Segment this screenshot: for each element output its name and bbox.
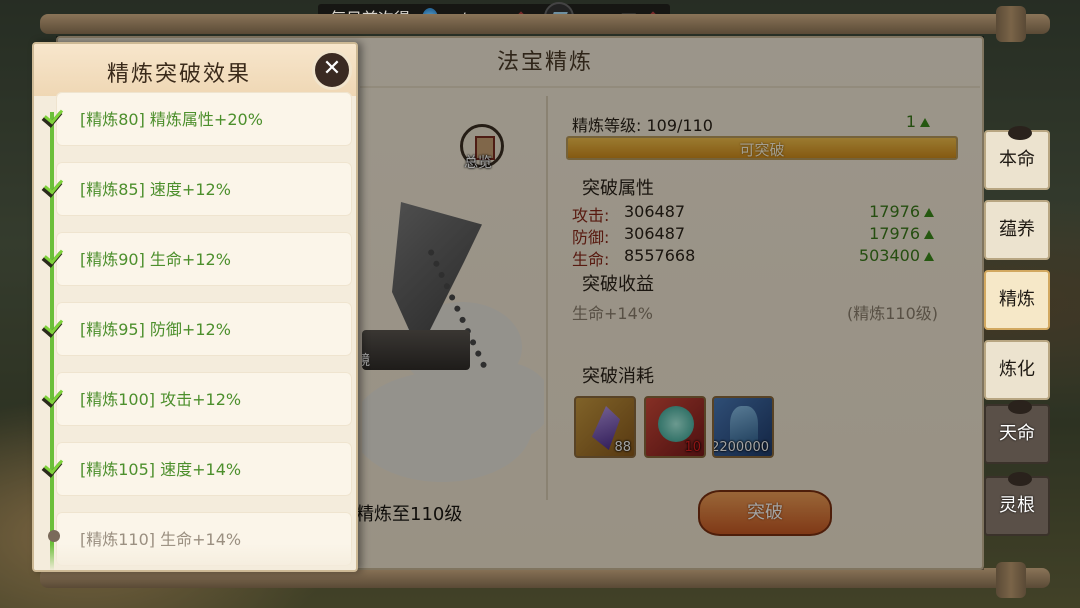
effect-item: [精炼90] 生命+12% (56, 232, 352, 286)
breakthrough-effects-popup: 精炼突破效果 ✕ [精炼80] 精炼属性+20% [精炼85] 速度+12% [… (32, 42, 358, 572)
effect-item: [精炼80] 精炼属性+20% (56, 92, 352, 146)
up-arrow-icon (924, 252, 934, 261)
mark-icon (1008, 126, 1032, 140)
effect-text: [精炼80] 精炼属性+20% (80, 110, 263, 129)
title-divider (360, 86, 980, 88)
stat-value: 306487 (624, 224, 686, 243)
mark-icon (1008, 400, 1032, 414)
attr-header: 突破属性 (572, 174, 654, 200)
tab-yunyang[interactable]: 蕴养 (984, 200, 1050, 260)
stat-gain-value: 17976 (869, 224, 920, 243)
stat-row-attack: 攻击: 306487 17976 (572, 202, 948, 226)
check-icon (42, 456, 66, 476)
tab-lianhua[interactable]: 炼化 (984, 340, 1050, 400)
stat-gain-value: 17976 (869, 202, 920, 221)
tab-label: 天命 (999, 423, 1035, 444)
popup-header: 精炼突破效果 ✕ (34, 44, 356, 96)
cost-header: 突破消耗 (572, 362, 654, 388)
cost-quantity: 2200000 (712, 440, 769, 455)
tab-tianming[interactable]: 天命 (984, 400, 1050, 464)
check-icon (42, 176, 66, 196)
effect-text: [精炼105] 速度+14% (80, 460, 242, 479)
artifact-display: 镜 (362, 92, 544, 502)
effect-item: [精炼100] 攻击+12% (56, 372, 352, 426)
panel-divider (546, 96, 548, 500)
stat-label: 生命: (572, 250, 610, 269)
tab-label: 本命 (999, 149, 1035, 170)
stat-value: 306487 (624, 202, 686, 221)
effect-item: [精炼105] 速度+14% (56, 442, 352, 496)
level-gain-value: 1 (905, 112, 916, 131)
cost-item-blue-stone[interactable]: 2200000 (712, 396, 774, 458)
overview-button[interactable]: 总览 (458, 122, 508, 172)
effect-text: [精炼90] 生命+12% (80, 250, 231, 269)
list-fade (34, 544, 356, 570)
benefit-header: 突破收益 (572, 270, 654, 296)
breakthrough-button[interactable]: 突破 (698, 490, 832, 536)
check-icon (42, 386, 66, 406)
check-icon (42, 246, 66, 266)
tab-benming[interactable]: 本命 (984, 126, 1050, 190)
level-gain: 1 (906, 112, 930, 131)
check-icon (42, 106, 66, 126)
stat-value: 8557668 (624, 246, 696, 265)
cost-item-purple-crystal[interactable]: 88 (574, 396, 636, 458)
effect-item: [精炼95] 防御+12% (56, 302, 352, 356)
tab-linggen[interactable]: 灵根 (984, 472, 1050, 536)
tab-jinglian[interactable]: 精炼 (984, 270, 1050, 330)
effect-text: [精炼85] 速度+12% (80, 180, 231, 199)
effect-text: [精炼100] 攻击+12% (80, 390, 242, 409)
green-orb-icon (658, 406, 694, 442)
check-icon (42, 316, 66, 336)
stat-row-defense: 防御: 306487 17976 (572, 224, 948, 248)
up-arrow-icon (924, 208, 934, 217)
benefit-text: 生命+14% (572, 304, 653, 323)
roller-cap-bottom-right (996, 562, 1026, 598)
popup-title: 精炼突破效果 (106, 62, 251, 87)
refine-level-row: 精炼等级: 109/110 1 (572, 112, 958, 136)
cost-item-green-orb[interactable]: 10 (644, 396, 706, 458)
lock-dot-icon (48, 530, 60, 542)
stat-gain: 17976 (869, 224, 934, 243)
close-button[interactable]: ✕ (312, 50, 352, 90)
stat-row-hp: 生命: 8557668 503400 (572, 246, 948, 270)
cost-quantity: 10 (684, 440, 701, 455)
effect-text: [精炼95] 防御+12% (80, 320, 231, 339)
stat-label: 防御: (572, 228, 610, 247)
effect-item: [精炼85] 速度+12% (56, 162, 352, 216)
tab-label: 蕴养 (999, 219, 1035, 240)
progress-text: 可突破 (739, 141, 785, 159)
overview-label: 总览 (464, 155, 492, 171)
mark-icon (1008, 472, 1032, 486)
up-arrow-icon (924, 230, 934, 239)
tab-label: 精炼 (999, 289, 1035, 310)
tab-label: 炼化 (999, 359, 1035, 380)
refine-progress-bar: 可突破 (566, 136, 958, 160)
artifact-altar (362, 330, 470, 370)
refine-target-text: 精炼至110级 (356, 504, 463, 525)
stat-label: 攻击: (572, 206, 610, 225)
altar-label: 镜 (362, 353, 370, 369)
cost-quantity: 88 (614, 440, 631, 455)
up-arrow-icon (920, 118, 930, 127)
cloud-decoration (452, 362, 544, 442)
refine-level-label: 精炼等级: 109/110 (572, 116, 713, 135)
stat-gain: 503400 (859, 246, 934, 265)
roller-cap-top-right (996, 6, 1026, 42)
close-icon: ✕ (322, 56, 342, 81)
tab-label: 灵根 (999, 495, 1035, 516)
benefit-row: 生命+14% (精炼110级) (572, 300, 938, 324)
scroll-roller-top (40, 14, 1050, 34)
stat-gain-value: 503400 (858, 246, 920, 265)
stat-gain: 17976 (869, 202, 934, 221)
benefit-requirement: (精炼110级) (846, 304, 938, 323)
